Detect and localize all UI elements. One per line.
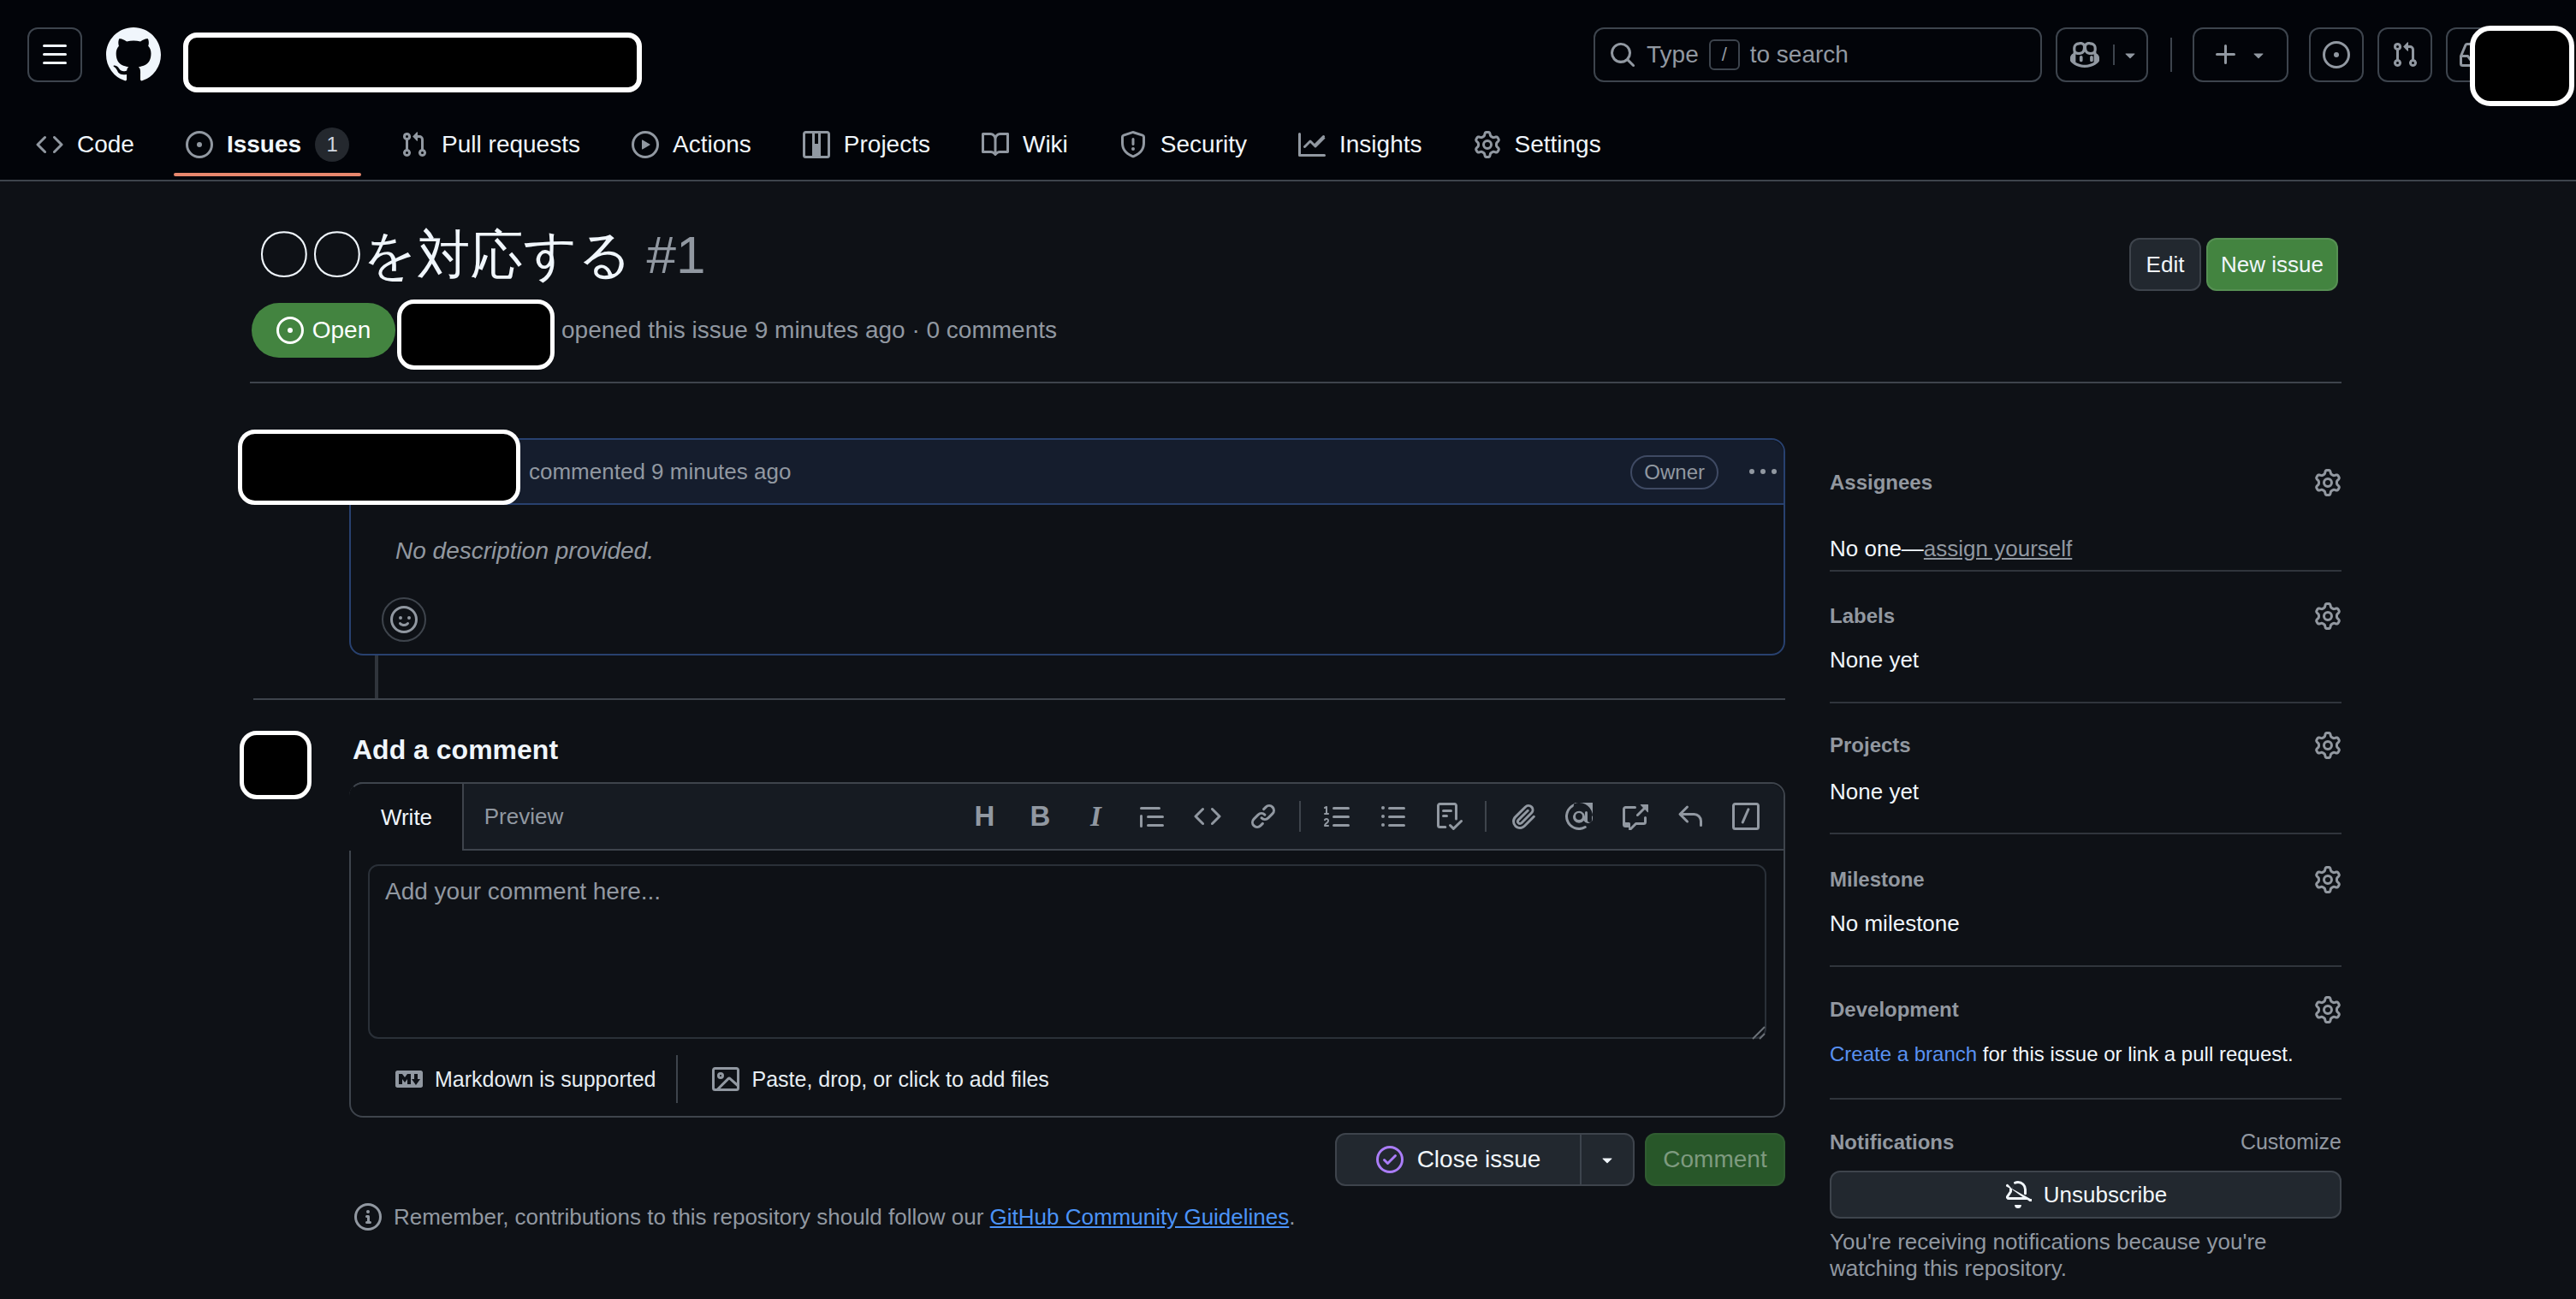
development-section-header: Development xyxy=(1830,996,2342,1023)
issue-state-badge: Open xyxy=(252,303,395,358)
markdown-toolbar: H B I xyxy=(957,784,1773,849)
close-issue-button[interactable]: Close issue xyxy=(1335,1133,1635,1186)
issue-byline: opened this issue 9 minutes ago · 0 comm… xyxy=(561,317,1057,344)
repo-breadcrumb-redacted xyxy=(183,33,642,92)
composer-avatar-redacted xyxy=(240,731,312,799)
issue-open-icon xyxy=(276,317,304,344)
comment-header: commented 9 minutes ago Owner xyxy=(351,440,1784,505)
paste-files-button[interactable]: Paste, drop, or click to add files xyxy=(712,1065,1048,1093)
markdown-supported-link[interactable]: Markdown is supported xyxy=(395,1065,656,1093)
new-issue-button[interactable]: New issue xyxy=(2206,238,2338,291)
owner-badge: Owner xyxy=(1630,455,1718,489)
tab-write[interactable]: Write xyxy=(349,782,464,851)
comment-options-button[interactable] xyxy=(1749,459,1777,486)
comment-input[interactable] xyxy=(368,864,1766,1039)
cross-reference-icon[interactable] xyxy=(1606,794,1662,839)
assignees-value: No one—assign yourself xyxy=(1830,536,2072,562)
timeline-connector xyxy=(375,655,378,698)
comment-composer: Write Preview H B I xyxy=(349,782,1785,1118)
tab-preview[interactable]: Preview xyxy=(464,784,584,849)
community-guidelines-link[interactable]: GitHub Community Guidelines xyxy=(990,1204,1290,1230)
slash-commands-icon[interactable] xyxy=(1718,794,1773,839)
heading-icon[interactable]: H xyxy=(957,794,1012,839)
unsubscribe-button[interactable]: Unsubscribe xyxy=(1830,1171,2342,1219)
add-reaction-button[interactable] xyxy=(382,597,426,642)
italic-icon[interactable]: I xyxy=(1068,794,1124,839)
milestone-gear-icon[interactable] xyxy=(2314,866,2342,893)
footer-divider xyxy=(676,1055,678,1103)
labels-gear-icon[interactable] xyxy=(2314,602,2342,630)
issue-page: 〇〇を対応する #1 Edit New issue Open opened th… xyxy=(0,0,2576,1299)
bold-icon[interactable]: B xyxy=(1012,794,1068,839)
sidebar-divider xyxy=(1830,570,2342,572)
projects-section-header: Projects xyxy=(1830,732,2342,759)
contribution-guideline: Remember, contributions to this reposito… xyxy=(354,1203,1296,1231)
code-icon[interactable] xyxy=(1179,794,1235,839)
info-icon xyxy=(354,1203,382,1231)
development-gear-icon[interactable] xyxy=(2314,996,2342,1023)
sidebar-divider xyxy=(1830,702,2342,703)
task-list-icon[interactable] xyxy=(1421,794,1476,839)
avatar-redacted xyxy=(2470,26,2574,106)
author-name-redacted xyxy=(397,300,555,370)
closed-as-completed-icon xyxy=(1376,1146,1404,1173)
issue-description-card: commented 9 minutes ago Owner No descrip… xyxy=(349,438,1785,655)
resize-grip[interactable] xyxy=(1751,1025,1766,1041)
commenter-redacted xyxy=(238,430,520,505)
add-comment-heading: Add a comment xyxy=(353,734,558,766)
milestone-value: No milestone xyxy=(1830,910,1960,937)
edit-button[interactable]: Edit xyxy=(2129,238,2201,291)
close-issue-caret[interactable] xyxy=(1580,1135,1633,1184)
labels-value: None yet xyxy=(1830,647,1919,673)
comment-body: No description provided. xyxy=(395,537,654,565)
bell-slash-icon xyxy=(2004,1181,2032,1208)
toolbar-divider xyxy=(1485,801,1487,832)
milestone-section-header: Milestone xyxy=(1830,866,2342,893)
numbered-list-icon[interactable] xyxy=(1309,794,1365,839)
sidebar-divider xyxy=(1830,965,2342,967)
sidebar-divider xyxy=(1830,833,2342,834)
development-value: Create a branch for this issue or link a… xyxy=(1830,1042,2294,1066)
projects-gear-icon[interactable] xyxy=(2314,732,2342,759)
issue-title: 〇〇を対応する #1 xyxy=(257,226,706,284)
create-branch-link[interactable]: Create a branch xyxy=(1830,1042,1977,1065)
composer-tabs: Write Preview H B I xyxy=(351,784,1784,851)
notifications-section-header: NotificationsCustomize xyxy=(1830,1130,2342,1154)
assign-yourself-link[interactable]: assign yourself xyxy=(1924,536,2072,561)
issue-number: #1 xyxy=(647,225,706,284)
header-section-divider xyxy=(250,382,2342,383)
customize-link[interactable]: Customize xyxy=(2241,1130,2342,1154)
sidebar-divider xyxy=(1830,1098,2342,1100)
link-icon[interactable] xyxy=(1235,794,1291,839)
toolbar-divider xyxy=(1299,801,1301,832)
assignees-section-header: Assignees xyxy=(1830,469,2342,496)
notifications-note: You're receiving notifications because y… xyxy=(1830,1229,2288,1282)
labels-section-header: Labels xyxy=(1830,602,2342,630)
projects-value: None yet xyxy=(1830,779,1919,805)
attach-file-icon[interactable] xyxy=(1495,794,1551,839)
quote-icon[interactable] xyxy=(1124,794,1179,839)
saved-replies-icon[interactable] xyxy=(1662,794,1718,839)
comment-meta: commented 9 minutes ago xyxy=(529,459,791,485)
comment-button[interactable]: Comment xyxy=(1645,1133,1785,1186)
mention-icon[interactable] xyxy=(1551,794,1606,839)
bullet-list-icon[interactable] xyxy=(1365,794,1421,839)
composer-top-divider xyxy=(253,698,1785,700)
composer-footer: Markdown is supported Paste, drop, or cl… xyxy=(351,1041,1784,1118)
assignees-gear-icon[interactable] xyxy=(2314,469,2342,496)
